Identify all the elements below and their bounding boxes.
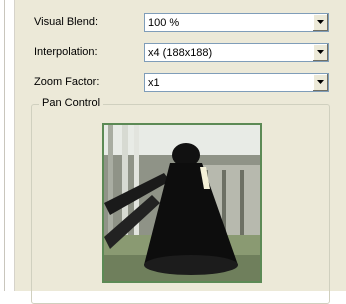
pan-control-title: Pan Control bbox=[39, 97, 104, 109]
zoom-factor-select[interactable]: x1 bbox=[144, 73, 329, 92]
zoom-factor-row: Zoom Factor: x1 bbox=[34, 73, 346, 95]
visual-blend-dropdown-button[interactable] bbox=[312, 14, 328, 31]
visual-blend-value: 100 % bbox=[148, 17, 180, 29]
interpolation-select[interactable]: x4 (188x188) bbox=[144, 43, 329, 62]
interpolation-row: Interpolation: x4 (188x188) bbox=[34, 43, 346, 65]
chevron-down-icon bbox=[317, 80, 324, 84]
interpolation-value: x4 (188x188) bbox=[148, 47, 213, 59]
visual-blend-row: Visual Blend: 100 % bbox=[34, 13, 346, 35]
interpolation-label: Interpolation: bbox=[34, 46, 98, 58]
chevron-down-icon bbox=[317, 50, 324, 54]
zoom-factor-label: Zoom Factor: bbox=[34, 76, 100, 88]
desk-lamp-preview-image bbox=[104, 125, 260, 281]
zoom-factor-dropdown-button[interactable] bbox=[312, 74, 328, 91]
chevron-down-icon bbox=[317, 20, 324, 24]
zoom-factor-value: x1 bbox=[148, 77, 160, 89]
pan-control-preview[interactable] bbox=[102, 123, 262, 283]
interpolation-dropdown-button[interactable] bbox=[312, 44, 328, 61]
visual-blend-label: Visual Blend: bbox=[34, 16, 99, 28]
visual-blend-select[interactable]: 100 % bbox=[144, 13, 329, 32]
left-divider bbox=[4, 0, 5, 291]
